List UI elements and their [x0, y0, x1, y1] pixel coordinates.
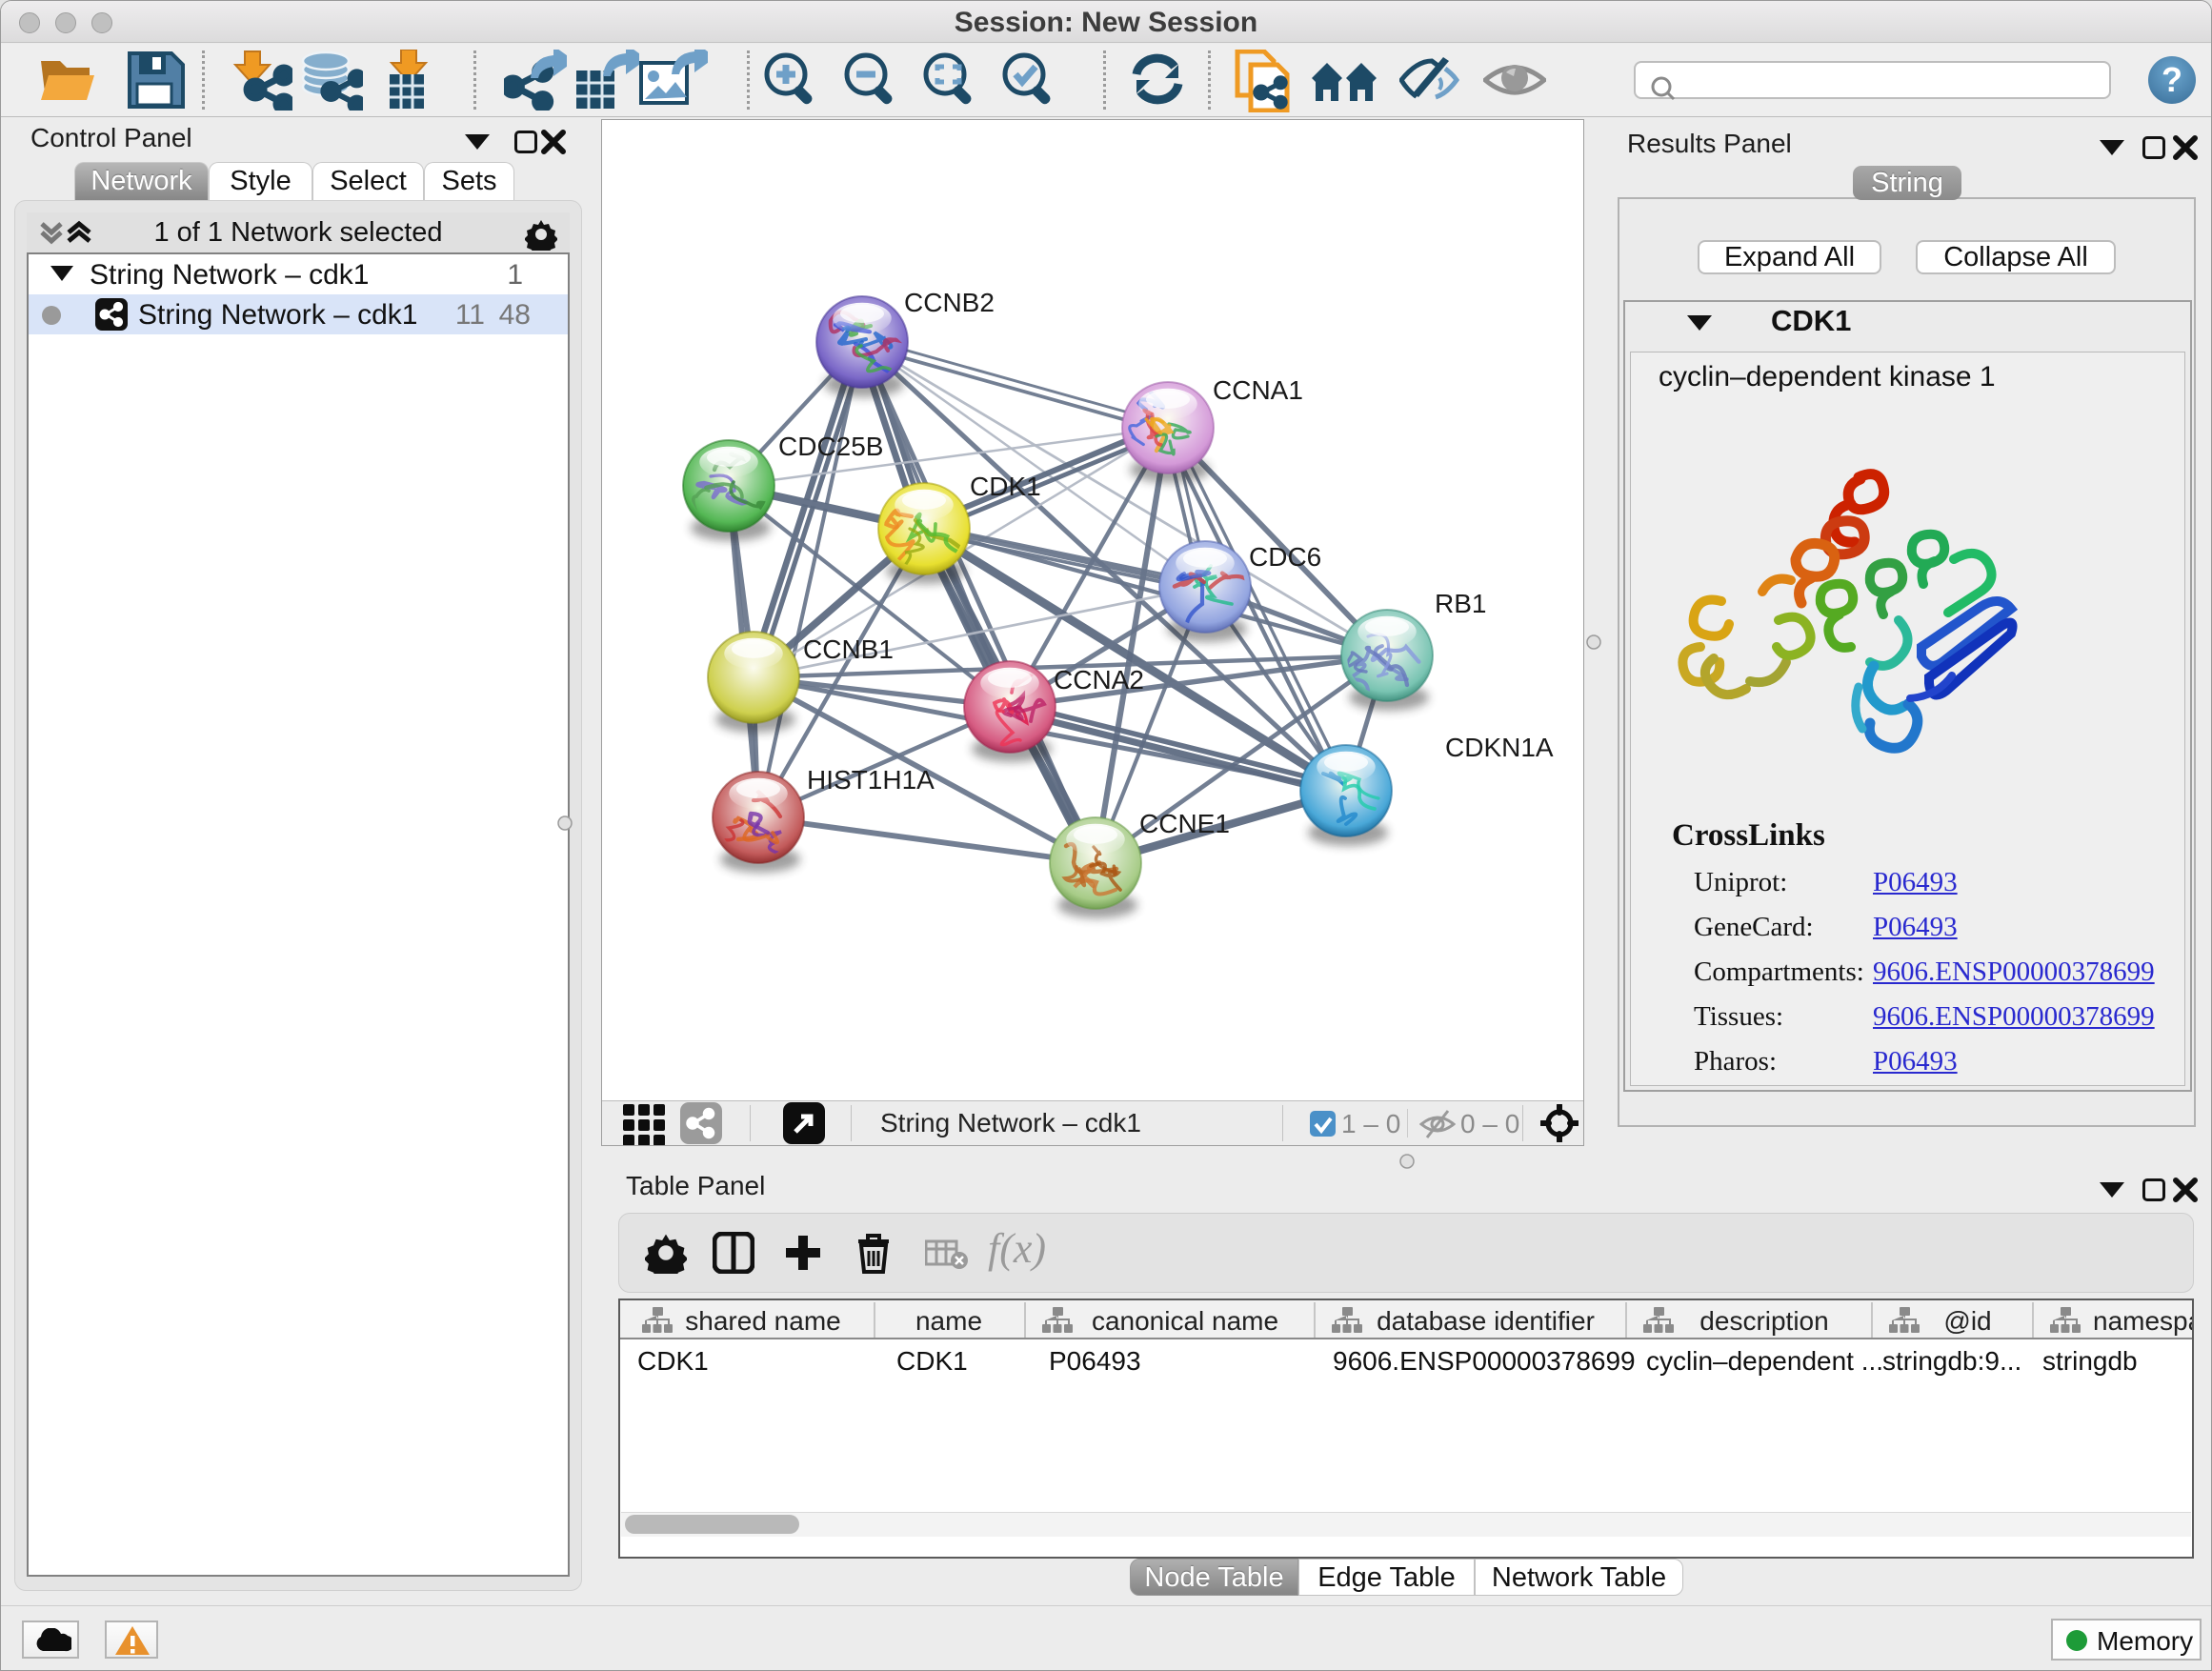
svg-text:CDC25B: CDC25B [778, 432, 883, 461]
svg-text:CCNB2: CCNB2 [904, 288, 995, 317]
svg-text:RB1: RB1 [1435, 589, 1486, 618]
svg-text:?: ? [2162, 60, 2182, 99]
svg-text:CCNB1: CCNB1 [803, 634, 894, 664]
svg-text:HIST1H1A: HIST1H1A [807, 765, 935, 795]
svg-text:CDK1: CDK1 [970, 472, 1041, 501]
svg-text:CCNA2: CCNA2 [1054, 665, 1144, 695]
svg-text:CDC6: CDC6 [1249, 542, 1321, 572]
svg-text:CCNE1: CCNE1 [1139, 809, 1230, 838]
svg-text:CCNA1: CCNA1 [1213, 375, 1303, 405]
svg-text:CDKN1A: CDKN1A [1445, 733, 1554, 762]
